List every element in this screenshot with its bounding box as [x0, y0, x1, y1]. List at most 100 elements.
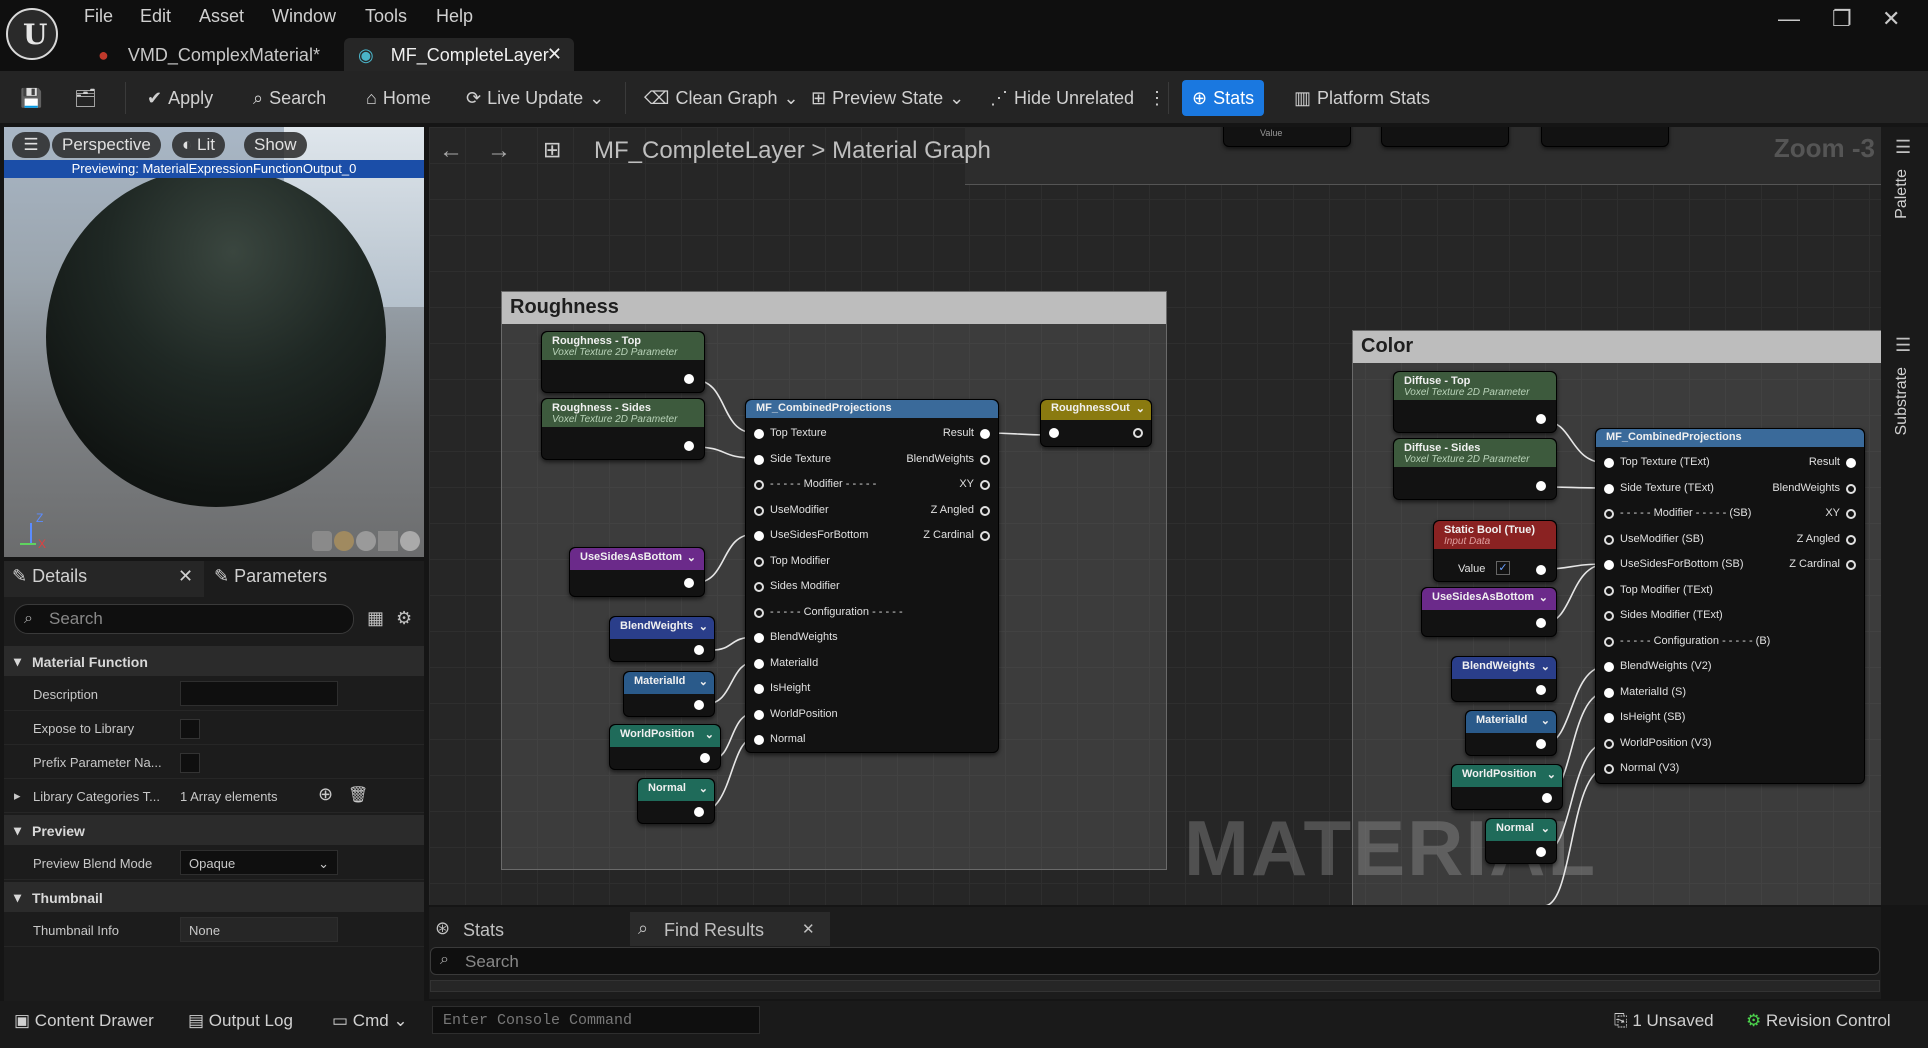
- output-pin[interactable]: [694, 700, 704, 710]
- palette-icon[interactable]: ☰: [1895, 137, 1911, 158]
- output-pin[interactable]: [1536, 685, 1546, 695]
- output-pin[interactable]: [1542, 793, 1552, 803]
- home-button[interactable]: ⌂ Home: [366, 83, 431, 113]
- row-library-categories[interactable]: ▸ Library Categories T... 1 Array elements…: [4, 779, 424, 813]
- input-pin[interactable]: [754, 531, 764, 541]
- node-blend-weights[interactable]: BlendWeights ⌄: [609, 616, 715, 662]
- node-blend-weights[interactable]: BlendWeights ⌄: [1451, 656, 1557, 702]
- input-pin[interactable]: [1604, 509, 1614, 519]
- input-pin[interactable]: [754, 709, 764, 720]
- cylinder-icon[interactable]: [312, 531, 332, 551]
- output-pin[interactable]: [1536, 847, 1546, 857]
- content-drawer-button[interactable]: ▣ Content Drawer: [14, 1011, 154, 1031]
- input-pin[interactable]: [1604, 687, 1614, 698]
- input-pin[interactable]: [754, 429, 764, 439]
- input-pin[interactable]: [1604, 636, 1614, 647]
- node-static-bool[interactable]: Static Bool (True) Input Data Value ✓: [1433, 520, 1557, 582]
- node-material-id[interactable]: MaterialId ⌄: [1465, 710, 1557, 756]
- input-pin[interactable]: [754, 607, 764, 618]
- output-pin[interactable]: [980, 531, 990, 541]
- node-roughness-out[interactable]: RoughnessOut ⌄: [1040, 399, 1152, 447]
- menu-tools[interactable]: Tools: [365, 6, 407, 27]
- input-pin[interactable]: [1604, 713, 1614, 723]
- add-element-icon[interactable]: ⊕: [318, 784, 333, 805]
- menu-window[interactable]: Window: [272, 6, 336, 27]
- stats-button[interactable]: ⊕ Stats: [1182, 80, 1265, 116]
- input-pin[interactable]: [754, 658, 764, 669]
- details-search-input[interactable]: Search: [14, 604, 354, 634]
- input-pin[interactable]: [754, 556, 764, 567]
- search-button[interactable]: ⌕ Search: [253, 83, 326, 113]
- node-roughness-sides[interactable]: Roughness - Sides Voxel Texture 2D Parame…: [541, 398, 705, 460]
- node-roughness-top[interactable]: Roughness - Top Voxel Texture 2D Paramete…: [541, 331, 705, 393]
- input-pin[interactable]: [754, 684, 764, 694]
- restore-icon[interactable]: ❐: [1832, 6, 1852, 32]
- close-tab-icon[interactable]: ✕: [802, 920, 815, 938]
- more-options-icon[interactable]: ⋮: [1148, 83, 1166, 113]
- output-pin[interactable]: [1846, 534, 1856, 545]
- unsaved-button[interactable]: ⎘ 1 Unsaved: [1614, 1011, 1714, 1031]
- input-pin[interactable]: [1604, 764, 1614, 774]
- output-pin[interactable]: [1536, 565, 1546, 575]
- input-pin[interactable]: [754, 633, 764, 643]
- output-pin[interactable]: [694, 807, 704, 817]
- output-pin[interactable]: [1536, 739, 1546, 749]
- menu-asset[interactable]: Asset: [199, 6, 244, 27]
- input-pin[interactable]: [1604, 560, 1614, 570]
- node-material-id[interactable]: MaterialId ⌄: [623, 671, 715, 717]
- table-view-icon[interactable]: ▦: [367, 608, 384, 629]
- viewport-menu-icon[interactable]: ☰: [12, 132, 50, 158]
- input-pin[interactable]: [1604, 662, 1614, 672]
- output-pin[interactable]: [980, 505, 990, 516]
- output-pin[interactable]: [980, 454, 990, 465]
- apply-button[interactable]: ✔ Apply: [147, 83, 213, 113]
- output-pin[interactable]: [694, 645, 704, 655]
- output-pin[interactable]: [684, 374, 694, 384]
- output-pin[interactable]: [700, 753, 710, 763]
- console-command-input[interactable]: Enter Console Command: [432, 1006, 760, 1034]
- input-pin[interactable]: [754, 480, 764, 490]
- input-pin[interactable]: [1604, 483, 1614, 494]
- menu-edit[interactable]: Edit: [140, 6, 171, 27]
- lit-button[interactable]: ◐ Lit: [172, 132, 225, 158]
- value-checkbox[interactable]: ✓: [1496, 561, 1510, 575]
- preview-blend-mode-select[interactable]: Opaque ⌄: [180, 850, 338, 875]
- input-pin[interactable]: [1604, 611, 1614, 621]
- live-update-button[interactable]: ⟳ Live Update ⌄: [466, 83, 604, 113]
- output-pin[interactable]: [1846, 560, 1856, 570]
- menu-file[interactable]: File: [84, 6, 113, 27]
- node-normal[interactable]: Normal ⌄: [637, 778, 715, 824]
- menu-help[interactable]: Help: [436, 6, 473, 27]
- find-results-tab[interactable]: ⌕ Find Results ✕: [630, 912, 830, 946]
- tab-mf-complete-layer[interactable]: ◉ MF_CompleteLayer ✕: [344, 38, 574, 71]
- output-pin[interactable]: [684, 578, 694, 588]
- input-pin[interactable]: [754, 505, 764, 516]
- output-pin[interactable]: [980, 480, 990, 490]
- input-pin[interactable]: [1604, 585, 1614, 596]
- output-pin[interactable]: [1846, 458, 1856, 468]
- save-icon[interactable]: 💾: [20, 83, 42, 113]
- parameters-tab[interactable]: ✎ Parameters: [214, 566, 327, 587]
- settings-gear-icon[interactable]: ⚙: [396, 608, 412, 629]
- output-pin[interactable]: [684, 441, 694, 451]
- close-details-icon[interactable]: ✕: [178, 566, 193, 587]
- input-pin[interactable]: [754, 582, 764, 592]
- teapot-icon[interactable]: [400, 531, 420, 551]
- node-diffuse-sides[interactable]: Diffuse - Sides Voxel Texture 2D Paramete…: [1393, 438, 1557, 500]
- input-pin[interactable]: [1604, 738, 1614, 749]
- prefix-parameter-checkbox[interactable]: [180, 753, 200, 773]
- node-use-sides-as-bottom[interactable]: UseSidesAsBottom ⌄: [1421, 587, 1557, 637]
- output-pin[interactable]: [1536, 481, 1546, 491]
- stats-tab[interactable]: ⊛ Stats: [429, 912, 629, 946]
- clean-graph-button[interactable]: ⌫ Clean Graph ⌄: [644, 83, 799, 113]
- node-diffuse-top[interactable]: Diffuse - Top Voxel Texture 2D Parameter: [1393, 371, 1557, 433]
- cmd-dropdown[interactable]: ▭ Cmd ⌄: [332, 1011, 408, 1031]
- node-mf-combined-projections[interactable]: MF_CombinedProjections Top Texture (TExt…: [1595, 428, 1865, 784]
- minimize-icon[interactable]: —: [1778, 6, 1800, 32]
- plane-icon[interactable]: [356, 531, 376, 551]
- output-pin[interactable]: [980, 429, 990, 439]
- section-thumbnail[interactable]: ▾ Thumbnail: [4, 882, 424, 912]
- section-material-function[interactable]: ▾ Material Function: [4, 646, 424, 676]
- preview-viewport[interactable]: Z X: [4, 127, 424, 557]
- preview-state-button[interactable]: ⊞ Preview State ⌄: [811, 83, 964, 113]
